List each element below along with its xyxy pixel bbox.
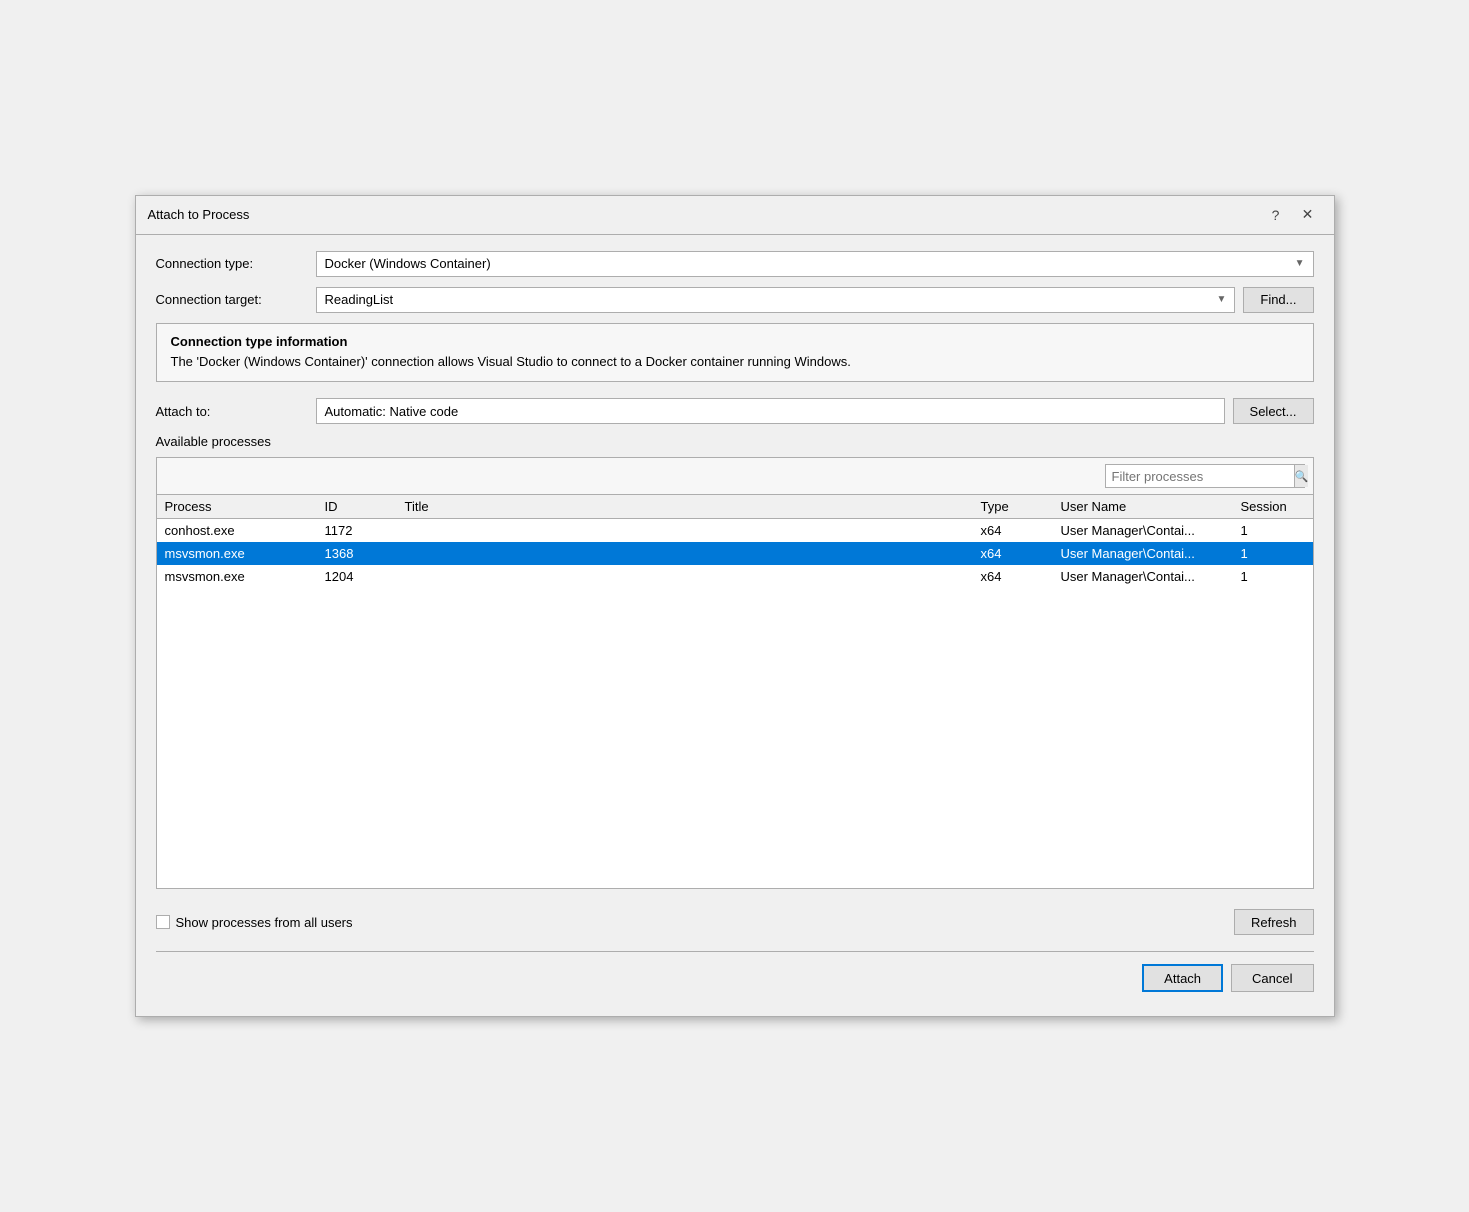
connection-type-row: Connection type: Docker (Windows Contain… — [156, 251, 1314, 277]
cell-session-2: 1 — [1233, 565, 1313, 588]
table-row[interactable]: msvsmon.exe1204 x64User Manager\Contai...… — [157, 565, 1313, 588]
cell-username-0: User Manager\Contai... — [1053, 519, 1233, 543]
col-header-username: User Name — [1053, 495, 1233, 519]
attach-to-input: Automatic: Native code — [316, 398, 1225, 424]
cancel-button[interactable]: Cancel — [1231, 964, 1313, 992]
table-row[interactable]: msvsmon.exe1368 x64User Manager\Contai...… — [157, 542, 1313, 565]
show-all-users-checkbox[interactable] — [156, 915, 170, 929]
connection-target-value: ReadingList — [325, 292, 394, 307]
cell-process-0: conhost.exe — [157, 519, 317, 543]
show-all-users-label: Show processes from all users — [176, 915, 353, 930]
refresh-button[interactable]: Refresh — [1234, 909, 1314, 935]
info-text: The 'Docker (Windows Container)' connect… — [171, 353, 1299, 371]
cell-title-1 — [397, 542, 973, 565]
action-buttons: Attach Cancel — [156, 956, 1314, 1000]
connection-target-control: ReadingList ▼ Find... — [316, 287, 1314, 313]
filter-bar: 🔍 — [157, 458, 1313, 495]
processes-container: 🔍 Process ID Title Type User Name Sessio… — [156, 457, 1314, 889]
filter-input[interactable] — [1106, 467, 1294, 486]
table-header-row: Process ID Title Type User Name Session — [157, 495, 1313, 519]
select-button[interactable]: Select... — [1233, 398, 1314, 424]
connection-type-select[interactable]: Docker (Windows Container) ▼ — [316, 251, 1314, 277]
cell-type-2: x64 — [973, 565, 1053, 588]
cell-type-0: x64 — [973, 519, 1053, 543]
cell-type-1: x64 — [973, 542, 1053, 565]
cell-title-0 — [397, 519, 973, 543]
attach-to-value: Automatic: Native code — [325, 404, 459, 419]
title-bar: Attach to Process ? ✕ — [136, 196, 1334, 235]
cell-title-2 — [397, 565, 973, 588]
col-header-process: Process — [157, 495, 317, 519]
table-row[interactable]: conhost.exe1172 x64User Manager\Contai...… — [157, 519, 1313, 543]
available-processes-label: Available processes — [156, 434, 1314, 449]
filter-input-wrapper: 🔍 — [1105, 464, 1305, 488]
divider — [156, 951, 1314, 952]
attach-to-label: Attach to: — [156, 404, 316, 419]
find-button[interactable]: Find... — [1243, 287, 1313, 313]
connection-target-arrow-icon: ▼ — [1216, 294, 1226, 305]
close-button[interactable]: ✕ — [1294, 204, 1322, 226]
help-button[interactable]: ? — [1262, 204, 1290, 226]
bottom-bar: Show processes from all users Refresh — [156, 901, 1314, 943]
cell-username-1: User Manager\Contai... — [1053, 542, 1233, 565]
connection-target-select[interactable]: ReadingList ▼ — [316, 287, 1236, 313]
attach-button[interactable]: Attach — [1142, 964, 1223, 992]
cell-id-2: 1204 — [317, 565, 397, 588]
attach-to-row: Attach to: Automatic: Native code Select… — [156, 398, 1314, 424]
connection-type-value: Docker (Windows Container) — [325, 256, 491, 271]
col-header-title: Title — [397, 495, 973, 519]
dialog-body: Connection type: Docker (Windows Contain… — [136, 235, 1334, 1016]
filter-search-icon[interactable]: 🔍 — [1294, 465, 1309, 487]
process-table: Process ID Title Type User Name Session … — [157, 495, 1313, 588]
show-all-users-checkbox-wrapper[interactable]: Show processes from all users — [156, 915, 353, 930]
col-header-session: Session — [1233, 495, 1313, 519]
connection-target-row: Connection target: ReadingList ▼ Find... — [156, 287, 1314, 313]
col-header-type: Type — [973, 495, 1053, 519]
cell-process-2: msvsmon.exe — [157, 565, 317, 588]
empty-rows-area — [157, 588, 1313, 888]
info-title: Connection type information — [171, 334, 1299, 349]
attach-to-process-dialog: Attach to Process ? ✕ Connection type: D… — [135, 195, 1335, 1017]
info-section: Connection type information The 'Docker … — [156, 323, 1314, 382]
cell-process-1: msvsmon.exe — [157, 542, 317, 565]
dialog-title: Attach to Process — [148, 207, 250, 222]
attach-to-control: Automatic: Native code Select... — [316, 398, 1314, 424]
cell-username-2: User Manager\Contai... — [1053, 565, 1233, 588]
connection-target-label: Connection target: — [156, 292, 316, 307]
title-bar-controls: ? ✕ — [1262, 204, 1322, 226]
cell-session-1: 1 — [1233, 542, 1313, 565]
connection-type-control: Docker (Windows Container) ▼ — [316, 251, 1314, 277]
cell-id-1: 1368 — [317, 542, 397, 565]
cell-id-0: 1172 — [317, 519, 397, 543]
connection-type-label: Connection type: — [156, 256, 316, 271]
cell-session-0: 1 — [1233, 519, 1313, 543]
title-bar-left: Attach to Process — [148, 207, 250, 222]
col-header-id: ID — [317, 495, 397, 519]
connection-type-arrow-icon: ▼ — [1295, 258, 1305, 269]
